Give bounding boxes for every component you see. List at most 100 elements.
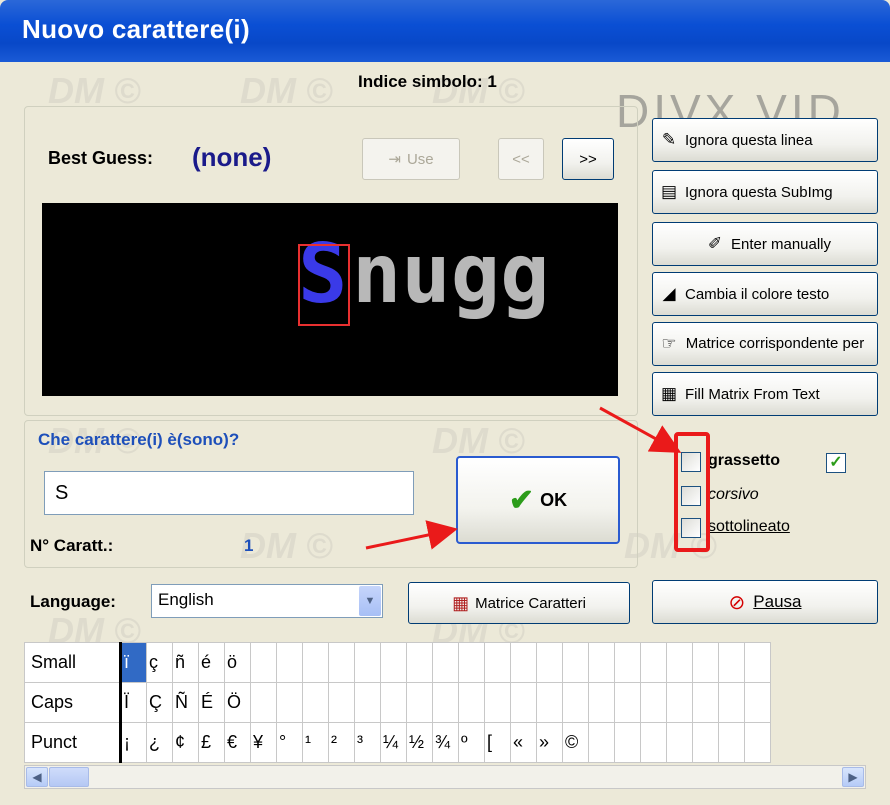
char-grid-cell[interactable]: é xyxy=(198,642,225,683)
char-grid-cell[interactable]: ¾ xyxy=(432,722,459,763)
scroll-right-icon[interactable]: ▶ xyxy=(842,767,864,787)
char-grid-cell[interactable] xyxy=(718,642,745,683)
char-grid-cell[interactable] xyxy=(354,682,381,723)
char-grid-cell[interactable]: » xyxy=(536,722,563,763)
char-grid-cell[interactable]: ¿ xyxy=(146,722,173,763)
char-grid-cell[interactable] xyxy=(588,642,615,683)
char-grid-cell[interactable] xyxy=(692,642,719,683)
pause-button[interactable]: ⊘ Pausa xyxy=(652,580,878,624)
char-grid-cell[interactable] xyxy=(250,682,277,723)
char-grid-cell[interactable] xyxy=(536,682,563,723)
char-grid-cell[interactable]: ç xyxy=(146,642,173,683)
char-grid-cell[interactable] xyxy=(614,722,641,763)
char-grid-cell[interactable] xyxy=(458,642,485,683)
char-grid-cell[interactable] xyxy=(380,642,407,683)
eraser-icon: ✎ xyxy=(661,130,677,149)
char-grid-cell[interactable] xyxy=(406,682,433,723)
char-grid-cell[interactable]: É xyxy=(198,682,225,723)
char-grid-cell[interactable] xyxy=(588,722,615,763)
enter-manually-button[interactable]: ✐ Enter manually xyxy=(652,222,878,266)
char-grid-cell[interactable]: ¡ xyxy=(120,722,147,763)
char-grid-cell[interactable]: ¢ xyxy=(172,722,199,763)
char-grid-cell[interactable]: ³ xyxy=(354,722,381,763)
language-select[interactable]: English ▼ xyxy=(151,584,383,618)
char-grid-cell[interactable] xyxy=(640,642,667,683)
char-grid-cell[interactable] xyxy=(744,722,771,763)
char-grid-cell[interactable] xyxy=(510,682,537,723)
char-grid-cell[interactable] xyxy=(666,682,693,723)
char-grid-row-header[interactable]: Caps xyxy=(24,682,122,723)
char-grid-cell[interactable] xyxy=(328,682,355,723)
char-grid-cell[interactable] xyxy=(562,682,589,723)
char-grid-row-header[interactable]: Small xyxy=(24,642,122,683)
char-grid-row-header[interactable]: Punct xyxy=(24,722,122,763)
char-grid-cell[interactable] xyxy=(250,642,277,683)
char-grid-cell[interactable]: ¼ xyxy=(380,722,407,763)
char-grid-cell[interactable] xyxy=(354,642,381,683)
ignore-subimg-button[interactable]: ▤ Ignora questa SubImg xyxy=(652,170,878,214)
scroll-left-icon[interactable]: ◀ xyxy=(26,767,48,787)
fill-matrix-button[interactable]: ▦ Fill Matrix From Text xyxy=(652,372,878,416)
char-grid-cell[interactable] xyxy=(484,642,511,683)
char-grid-cell[interactable] xyxy=(510,642,537,683)
horizontal-scrollbar[interactable]: ◀ ▶ xyxy=(24,765,866,789)
char-grid-cell[interactable]: Ö xyxy=(224,682,251,723)
char-grid-cell[interactable]: ² xyxy=(328,722,355,763)
bold-extra-checkbox[interactable]: ✓ xyxy=(826,453,846,473)
char-grid-cell[interactable]: ¹ xyxy=(302,722,329,763)
char-grid-cell[interactable] xyxy=(328,642,355,683)
char-grid-cell[interactable]: ñ xyxy=(172,642,199,683)
char-grid-cell[interactable] xyxy=(640,682,667,723)
char-grid-cell[interactable]: ½ xyxy=(406,722,433,763)
char-grid-cell[interactable] xyxy=(718,682,745,723)
char-grid-cell[interactable]: © xyxy=(562,722,589,763)
char-grid-cell[interactable] xyxy=(458,682,485,723)
char-grid-cell[interactable]: € xyxy=(224,722,251,763)
ignore-line-button[interactable]: ✎ Ignora questa linea xyxy=(652,118,878,162)
char-grid-cell[interactable]: £ xyxy=(198,722,225,763)
char-grid-cell[interactable] xyxy=(718,722,745,763)
char-grid-cell[interactable] xyxy=(666,642,693,683)
change-text-color-button[interactable]: ◢ Cambia il colore testo xyxy=(652,272,878,316)
char-grid-cell[interactable] xyxy=(276,642,303,683)
char-grid-cell[interactable]: ¥ xyxy=(250,722,277,763)
character-input[interactable] xyxy=(44,471,414,515)
char-grid-cell[interactable] xyxy=(692,682,719,723)
char-grid-cell[interactable] xyxy=(744,642,771,683)
use-button[interactable]: ⇥ Use xyxy=(362,138,460,180)
char-grid-cell[interactable]: Ç xyxy=(146,682,173,723)
char-grid-cell[interactable]: ï xyxy=(120,642,147,683)
scrollbar-thumb[interactable] xyxy=(49,767,89,787)
char-grid-cell[interactable] xyxy=(588,682,615,723)
char-grid-cell[interactable]: º xyxy=(458,722,485,763)
char-grid-cell[interactable] xyxy=(744,682,771,723)
prev-button[interactable]: << xyxy=(498,138,544,180)
char-grid-cell[interactable]: Ñ xyxy=(172,682,199,723)
next-button[interactable]: >> xyxy=(562,138,614,180)
char-grid-cell[interactable]: ° xyxy=(276,722,303,763)
char-grid-cell[interactable] xyxy=(380,682,407,723)
char-grid-cell[interactable]: ö xyxy=(224,642,251,683)
char-grid-cell[interactable] xyxy=(302,682,329,723)
char-grid-cell[interactable] xyxy=(640,722,667,763)
title-bar[interactable]: Nuovo carattere(i) xyxy=(0,0,890,62)
char-grid-cell[interactable] xyxy=(302,642,329,683)
char-grid-cell[interactable] xyxy=(692,722,719,763)
char-grid-cell[interactable] xyxy=(536,642,563,683)
char-grid-cell[interactable]: [ xyxy=(484,722,511,763)
char-grid-cell[interactable] xyxy=(276,682,303,723)
char-grid-cell[interactable] xyxy=(666,722,693,763)
char-grid-cell[interactable]: Ï xyxy=(120,682,147,723)
char-grid-cell[interactable] xyxy=(432,642,459,683)
match-matrix-button[interactable]: ☞ Matrice corrispondente per xyxy=(652,322,878,366)
char-grid-cell[interactable] xyxy=(614,682,641,723)
char-grid-cell[interactable] xyxy=(432,682,459,723)
char-grid-cell[interactable] xyxy=(562,642,589,683)
ok-button[interactable]: ✔ OK xyxy=(456,456,620,544)
char-grid-cell[interactable]: « xyxy=(510,722,537,763)
chevron-down-icon[interactable]: ▼ xyxy=(359,586,381,616)
char-grid-cell[interactable] xyxy=(614,642,641,683)
char-grid-cell[interactable] xyxy=(484,682,511,723)
char-matrix-button[interactable]: ▦ Matrice Caratteri xyxy=(408,582,630,624)
char-grid-cell[interactable] xyxy=(406,642,433,683)
